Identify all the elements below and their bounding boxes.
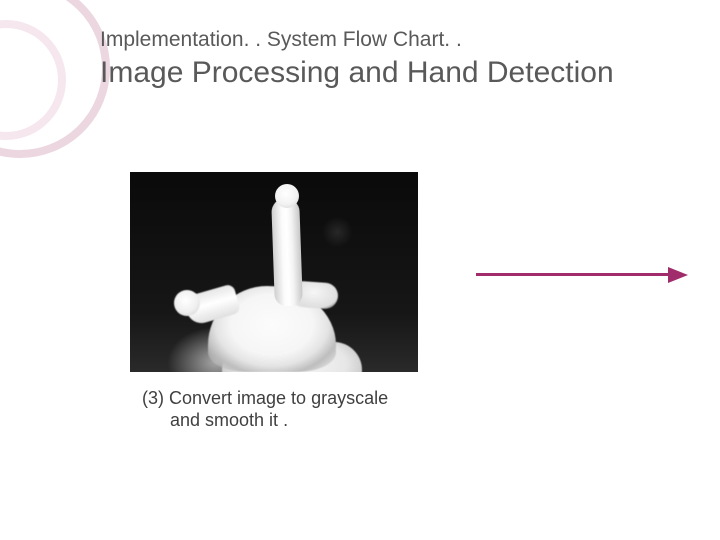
arrow-line: [476, 273, 670, 276]
flow-arrow-right: [476, 268, 688, 282]
grayscale-hand-image: [130, 172, 418, 372]
caption-line-2: and smooth it .: [142, 410, 432, 432]
page-title: Image Processing and Hand Detection: [100, 56, 614, 90]
hand-thumb-tip: [174, 290, 200, 316]
hand-index-tip: [275, 184, 299, 208]
caption-line-1: (3) Convert image to grayscale: [142, 388, 388, 408]
figure-caption: (3) Convert image to grayscale and smoot…: [142, 388, 432, 431]
arrow-head-icon: [668, 267, 688, 283]
breadcrumb: Implementation. . System Flow Chart. .: [100, 28, 462, 52]
hand-index-finger: [271, 198, 303, 307]
slide: Implementation. . System Flow Chart. . I…: [0, 0, 720, 540]
